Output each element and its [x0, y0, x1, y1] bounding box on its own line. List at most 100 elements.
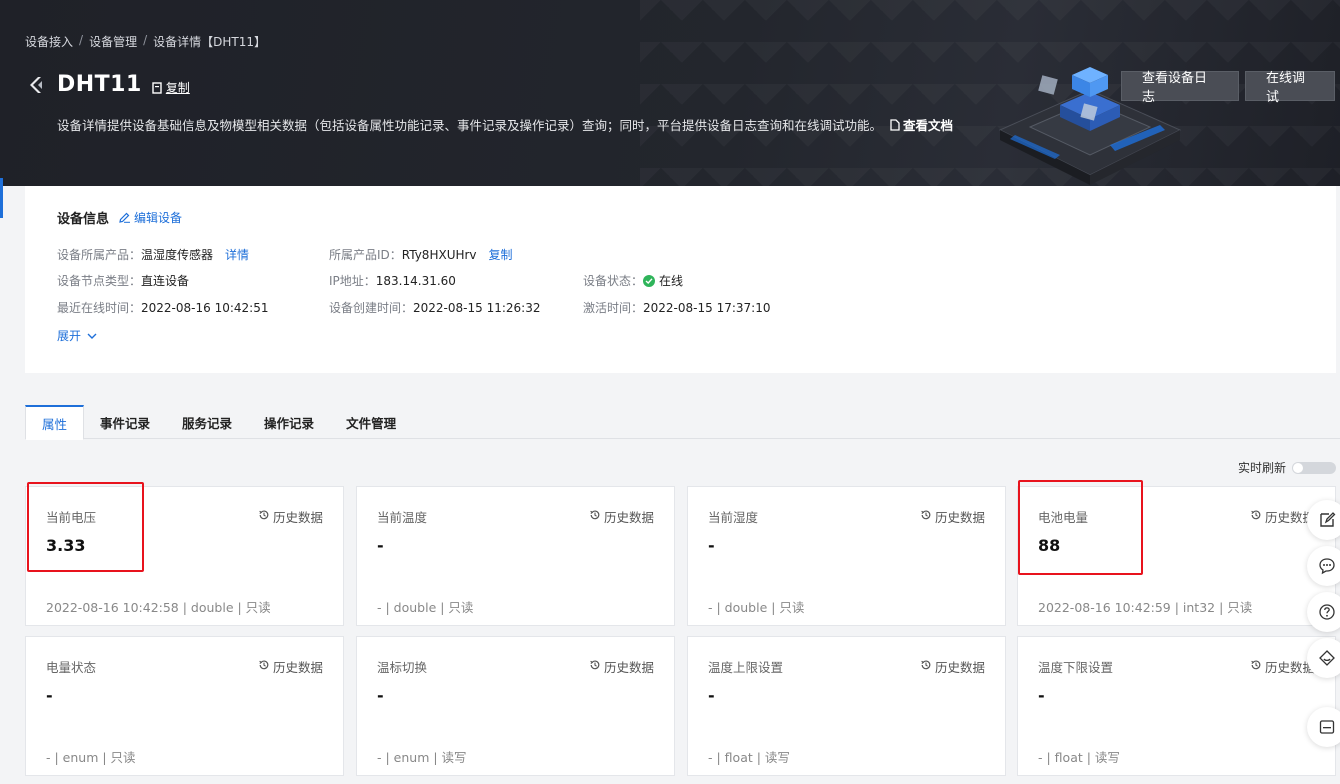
realtime-switch[interactable]	[1292, 461, 1337, 474]
help-button[interactable]	[1307, 592, 1340, 632]
expand-label: 展开	[57, 329, 82, 343]
property-value: -	[377, 686, 384, 705]
field-label: 设备创建时间：	[329, 301, 414, 315]
product-details-link[interactable]: 详情	[225, 246, 249, 263]
panel-icon	[1319, 720, 1335, 734]
property-card: 当前湿度 历史数据 - - | double | 只读	[687, 486, 1006, 626]
field-label: 激活时间：	[583, 301, 644, 315]
history-clock-icon	[1250, 659, 1262, 674]
device-info-card: 设备信息 编辑设备 设备所属产品： 温湿度传感器 详情 所属产品ID： RTy8…	[25, 186, 1336, 373]
chat-button[interactable]	[1307, 546, 1340, 586]
breadcrumb-item[interactable]: 设备管理	[89, 33, 137, 50]
field-value: 2022-08-15 11:26:32	[413, 300, 541, 315]
property-card: 温标切换 历史数据 - - | enum | 读写	[356, 636, 675, 776]
field-label: 设备状态：	[583, 274, 644, 288]
header-banner: 设备接入 / 设备管理 / 设备详情【DHT11】 DHT11 复制 设备详情提…	[0, 0, 1340, 186]
tab-service-records[interactable]: 服务记录	[166, 405, 248, 439]
history-label: 历史数据	[603, 660, 654, 675]
device-info-title: 设备信息	[57, 212, 110, 227]
history-data-link[interactable]: 历史数据	[1250, 507, 1315, 526]
property-name: 电池电量	[1038, 510, 1089, 525]
history-data-link[interactable]: 历史数据	[258, 507, 323, 526]
property-card: 温度上限设置 历史数据 - - | float | 读写	[687, 636, 1006, 776]
tab-operation-records[interactable]: 操作记录	[248, 405, 330, 439]
title-row: DHT11 复制	[25, 72, 190, 97]
online-check-icon	[643, 274, 656, 287]
history-clock-icon	[258, 659, 270, 674]
property-meta: - | double | 只读	[708, 600, 805, 615]
property-card: 电池电量 历史数据 88 2022-08-16 10:42:59 | int32…	[1017, 486, 1336, 626]
history-data-link[interactable]: 历史数据	[589, 507, 654, 526]
edit-device-button[interactable]: 编辑设备	[119, 209, 182, 226]
copy-name-button[interactable]: 复制	[152, 79, 190, 96]
property-value: -	[708, 686, 715, 705]
breadcrumb: 设备接入 / 设备管理 / 设备详情【DHT11】	[25, 33, 266, 50]
realtime-label: 实时刷新	[1238, 461, 1287, 475]
field-ip: IP地址： 183.14.31.60	[329, 272, 456, 289]
property-meta: - | float | 读写	[1038, 750, 1120, 765]
field-activated: 激活时间： 2022-08-15 17:37:10	[583, 299, 770, 316]
device-info-header: 设备信息 编辑设备	[57, 208, 182, 227]
property-meta: - | enum | 读写	[377, 750, 467, 765]
history-clock-icon	[920, 509, 932, 524]
chevron-down-icon	[87, 333, 97, 339]
history-clock-icon	[589, 659, 601, 674]
back-arrow-icon[interactable]	[25, 74, 47, 96]
history-label: 历史数据	[272, 510, 323, 525]
field-node-type: 设备节点类型： 直连设备	[57, 272, 189, 289]
field-label: 设备所属产品：	[57, 248, 142, 262]
history-clock-icon	[258, 509, 270, 524]
property-card: 当前温度 历史数据 - - | double | 只读	[356, 486, 675, 626]
property-meta: 2022-08-16 10:42:59 | int32 | 只读	[1038, 600, 1253, 615]
property-name: 温度上限设置	[708, 660, 784, 675]
field-created: 设备创建时间： 2022-08-15 11:26:32	[329, 299, 540, 316]
property-card: 当前电压 历史数据 3.33 2022-08-16 10:42:58 | dou…	[25, 486, 344, 626]
history-data-link[interactable]: 历史数据	[258, 657, 323, 676]
field-last-online: 最近在线时间： 2022-08-16 10:42:51	[57, 299, 268, 316]
field-value: 183.14.31.60	[375, 273, 456, 288]
property-value: 88	[1038, 536, 1061, 555]
left-accent-stripe	[0, 178, 3, 218]
view-docs-label: 查看文档	[903, 118, 954, 133]
history-data-link[interactable]: 历史数据	[920, 507, 985, 526]
breadcrumb-item[interactable]: 设备接入	[25, 33, 73, 50]
expand-toggle[interactable]: 展开	[57, 327, 97, 344]
property-card: 电量状态 历史数据 - - | enum | 只读	[25, 636, 344, 776]
chip-illustration	[998, 67, 1182, 185]
history-data-link[interactable]: 历史数据	[920, 657, 985, 676]
history-data-link[interactable]: 历史数据	[589, 657, 654, 676]
online-debug-button[interactable]: 在线调试	[1245, 71, 1335, 105]
copy-product-id-link[interactable]: 复制	[489, 246, 513, 263]
help-icon	[1319, 604, 1335, 620]
smile-feedback-icon	[1319, 650, 1335, 666]
field-label: 最近在线时间：	[57, 301, 142, 315]
tab-event-records[interactable]: 事件记录	[84, 405, 166, 439]
edit-note-icon	[1320, 512, 1336, 527]
edit-icon	[119, 212, 131, 223]
page-title: DHT11	[57, 72, 142, 97]
history-data-link[interactable]: 历史数据	[1250, 657, 1315, 676]
tab-file-management[interactable]: 文件管理	[330, 405, 412, 439]
view-docs-link[interactable]: 查看文档	[890, 115, 953, 134]
chat-icon	[1319, 558, 1335, 575]
property-name: 当前湿度	[708, 510, 759, 525]
property-value: -	[708, 536, 715, 555]
edit-note-button[interactable]	[1307, 500, 1340, 540]
property-meta: - | float | 读写	[708, 750, 790, 765]
property-value: 3.33	[46, 536, 86, 555]
field-label: 所属产品ID：	[329, 248, 402, 262]
feedback-button[interactable]	[1307, 638, 1340, 678]
tab-properties[interactable]: 属性	[25, 405, 85, 440]
edit-device-label: 编辑设备	[134, 211, 183, 225]
detail-tabs: 属性 事件记录 服务记录 操作记录 文件管理	[25, 405, 1340, 440]
history-clock-icon	[1250, 509, 1262, 524]
view-device-log-button[interactable]: 查看设备日志	[1121, 71, 1239, 105]
breadcrumb-item-current: 设备详情【DHT11】	[153, 35, 266, 49]
collapse-panel-button[interactable]	[1307, 707, 1340, 747]
copy-icon	[152, 81, 162, 94]
property-value: -	[377, 536, 384, 555]
property-name: 温度下限设置	[1038, 660, 1114, 675]
history-label: 历史数据	[603, 510, 654, 525]
property-name: 当前电压	[46, 510, 97, 525]
property-meta: 2022-08-16 10:42:58 | double | 只读	[46, 600, 271, 615]
